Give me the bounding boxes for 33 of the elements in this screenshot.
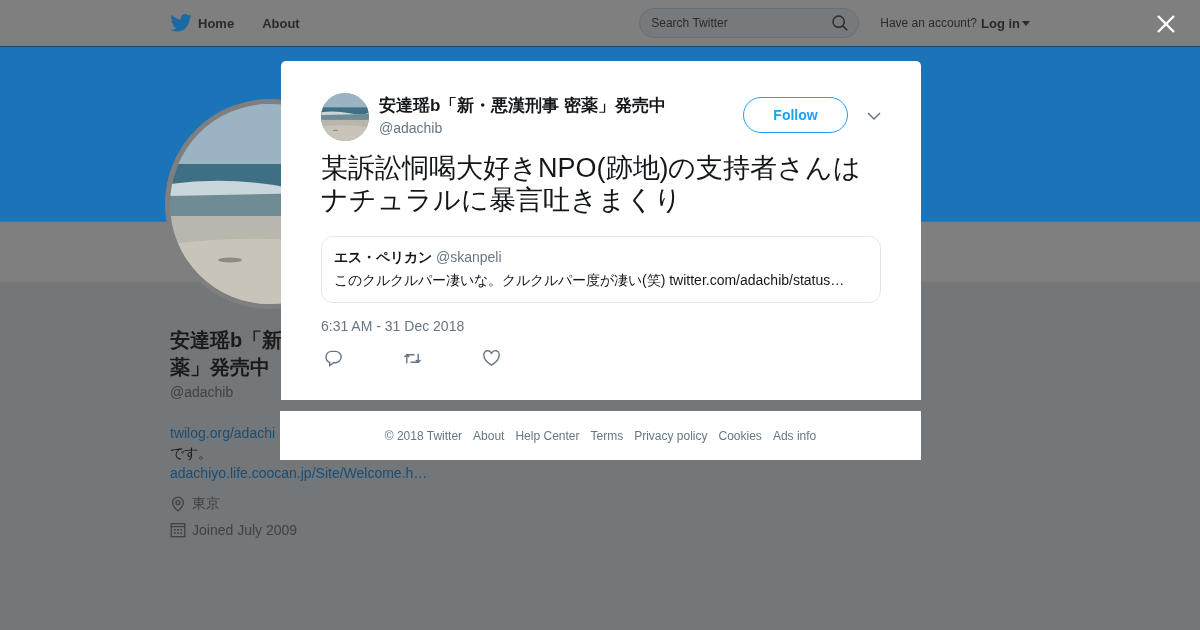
calendar-icon: [170, 522, 186, 538]
author-name[interactable]: 安達瑶b「新・悪漢刑事 密薬」発売中: [379, 94, 667, 117]
copyright-text: © 2018 Twitter: [384, 428, 463, 443]
tweet-timestamp[interactable]: 6:31 AM - 31 Dec 2018: [321, 318, 881, 334]
account-prompt: Have an account?: [880, 16, 977, 30]
chevron-down-icon[interactable]: [867, 112, 881, 120]
bio-text: です。: [170, 444, 212, 463]
search-icon[interactable]: [831, 14, 850, 32]
tweet-text: 某訴訟恫喝大好きNPO(跡地)の支持者さんはナチュラルに暴言吐きまくり: [321, 152, 863, 216]
footer-link[interactable]: Terms: [590, 428, 624, 443]
footer-link[interactable]: Ads info: [772, 428, 817, 443]
footer-link[interactable]: Privacy policy: [634, 428, 708, 443]
caret-icon: [1022, 20, 1030, 26]
author-avatar[interactable]: [321, 93, 369, 141]
nav-link[interactable]: Home: [198, 15, 235, 31]
footer-link[interactable]: Cookies: [718, 428, 762, 443]
quoted-author-name: エス・ペリカン: [334, 249, 432, 265]
search-field[interactable]: Search Twitter: [639, 8, 860, 38]
follow-button[interactable]: Follow: [743, 97, 848, 133]
profile-name: 安達瑶b「新: [170, 328, 283, 353]
author-handle[interactable]: @adachib: [379, 120, 667, 136]
quoted-tweet[interactable]: エス・ペリカン @skanpeli このクルクルパー凄いな。クルクルパー度が凄い(笑) twitter.com/adachib/status…: [321, 236, 881, 303]
login-link[interactable]: Log in: [981, 15, 1030, 31]
footer-link[interactable]: Help Center: [515, 428, 580, 443]
nav-link[interactable]: About: [262, 15, 300, 31]
footer-link[interactable]: About: [473, 428, 505, 443]
heart-icon[interactable]: [482, 349, 501, 368]
reply-icon[interactable]: [324, 349, 343, 368]
close-icon[interactable]: [1156, 14, 1176, 34]
quoted-text: このクルクルパー凄いな。クルクルパー度が凄い(笑) twitter.com/adachib/status…: [334, 272, 846, 290]
quoted-author-handle: @skanpeli: [436, 249, 502, 265]
location-pin-icon: [170, 496, 186, 512]
profile-name: 薬」発売中: [170, 355, 270, 380]
